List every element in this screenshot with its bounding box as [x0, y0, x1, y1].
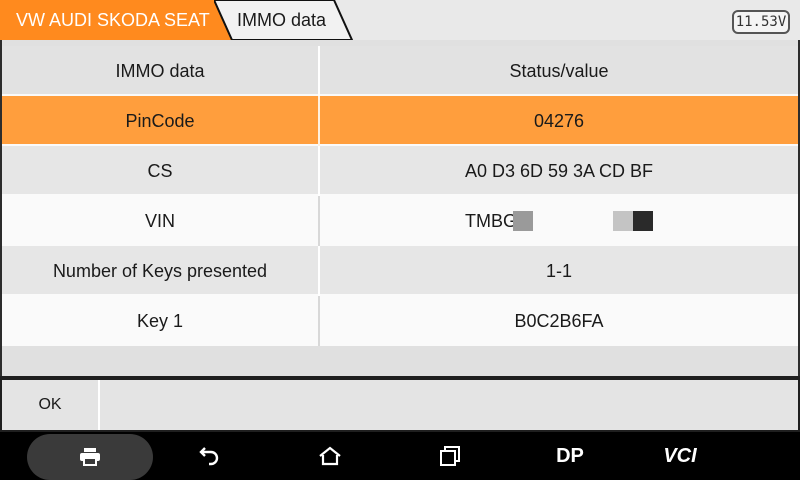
row-label: Number of Keys presented: [2, 246, 320, 296]
table-row-cs[interactable]: CS A0 D3 6D 59 3A CD BF: [2, 146, 798, 196]
row-label: Key 1: [2, 296, 320, 346]
row-label: PinCode: [2, 96, 320, 146]
battery-voltage-badge: 11.53V: [732, 10, 790, 34]
breadcrumb-immo-data[interactable]: IMMO data: [214, 0, 354, 40]
vin-value: TMBG: [465, 211, 653, 232]
row-value: 04276: [533, 110, 585, 131]
vin-visible-prefix: TMBG: [465, 210, 517, 231]
action-bar: OK: [0, 376, 800, 432]
table-row-pincode[interactable]: PinCode 04276: [2, 96, 798, 146]
breadcrumb-vw-audi-skoda-seat[interactable]: VW AUDI SKODA SEAT: [0, 0, 232, 40]
ok-button[interactable]: OK: [2, 380, 100, 430]
immo-data-table: IMMO data Status/value PinCode 04276 CS …: [2, 46, 798, 346]
home-icon: [319, 446, 341, 466]
vci-button[interactable]: VCI: [650, 432, 710, 480]
print-button[interactable]: [27, 434, 153, 480]
breadcrumb-label: VW AUDI SKODA SEAT: [16, 10, 210, 30]
redaction-block: [513, 211, 533, 231]
column-header-status-value: Status/value: [509, 60, 609, 81]
row-value: TMBG: [320, 196, 798, 246]
back-arrow-icon: [199, 447, 219, 466]
dp-button[interactable]: DP: [540, 432, 600, 480]
table-header-row: IMMO data Status/value: [2, 46, 798, 96]
action-bar-inner: OK: [2, 380, 798, 430]
print-icon: [80, 448, 100, 466]
home-button[interactable]: [300, 432, 360, 480]
table-row-number-of-keys[interactable]: Number of Keys presented 1-1: [2, 246, 798, 296]
system-nav-bar: DP VCI: [0, 432, 800, 480]
recent-apps-icon: [440, 446, 460, 466]
row-value: B0C2B6FA: [514, 310, 604, 331]
row-value: 1-1: [545, 260, 572, 281]
row-label: CS: [2, 146, 320, 196]
row-value: A0 D3 6D 59 3A CD BF: [464, 160, 654, 181]
recent-apps-button[interactable]: [420, 432, 480, 480]
immo-data-panel: IMMO data Status/value PinCode 04276 CS …: [0, 40, 800, 376]
redaction-block: [613, 211, 633, 231]
table-row-key-1[interactable]: Key 1 B0C2B6FA: [2, 296, 798, 346]
breadcrumb-label: IMMO data: [237, 10, 327, 30]
redaction-gap: [533, 211, 613, 231]
column-header-immo-data: IMMO data: [2, 46, 320, 96]
redaction-block: [633, 211, 653, 231]
back-button[interactable]: [180, 432, 240, 480]
row-label: VIN: [2, 196, 320, 246]
title-bar: VW AUDI SKODA SEAT IMMO data 11.53V: [0, 0, 800, 40]
table-row-vin[interactable]: VIN TMBG: [2, 196, 798, 246]
